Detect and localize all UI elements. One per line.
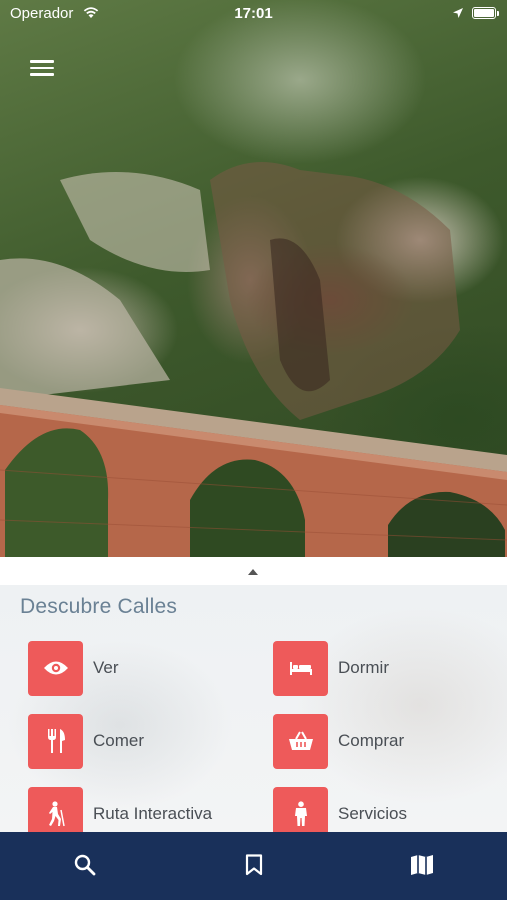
cutlery-icon (28, 713, 83, 769)
menu-button[interactable] (30, 57, 54, 77)
hamburger-line (30, 60, 54, 63)
panel-title: Descubre Calles (20, 595, 178, 618)
item-dormir[interactable]: Dormir (273, 640, 389, 696)
bed-icon (273, 640, 328, 696)
tab-map[interactable] (402, 850, 442, 880)
discover-panel: Descubre Calles Ver Dormir Comer Comprar… (0, 585, 507, 832)
basket-icon (273, 713, 328, 769)
status-bar: Operador 17:01 (0, 0, 507, 28)
location-arrow-icon (452, 6, 464, 23)
eye-icon (28, 640, 83, 696)
battery-icon (472, 7, 496, 19)
item-label: Comprar (338, 731, 405, 750)
hero-image (0, 0, 507, 557)
item-comer[interactable]: Comer (28, 713, 144, 769)
panel-handle[interactable] (0, 557, 507, 585)
hamburger-line (30, 66, 54, 69)
map-icon (411, 855, 433, 875)
hiker-icon (28, 786, 83, 832)
person-icon (273, 786, 328, 832)
battery-tip (497, 11, 499, 16)
item-label: Ver (93, 658, 119, 677)
item-label: Ruta Interactiva (93, 804, 213, 823)
item-ruta-interactiva[interactable]: Ruta Interactiva (28, 786, 212, 832)
item-label: Comer (93, 731, 145, 750)
aqueduct-illustration (0, 162, 507, 557)
clock: 17:01 (234, 5, 273, 22)
item-servicios[interactable]: Servicios (273, 786, 407, 832)
item-label: Dormir (338, 658, 389, 677)
item-label: Servicios (338, 804, 407, 823)
hamburger-line (30, 73, 54, 76)
bookmark-icon (245, 854, 263, 876)
tab-search[interactable] (65, 850, 105, 880)
search-icon (74, 854, 96, 876)
item-comprar[interactable]: Comprar (273, 713, 404, 769)
tab-bookmarks[interactable] (234, 850, 274, 880)
chevron-up-icon (248, 569, 258, 575)
item-ver[interactable]: Ver (28, 640, 119, 696)
tab-bar (0, 832, 507, 900)
